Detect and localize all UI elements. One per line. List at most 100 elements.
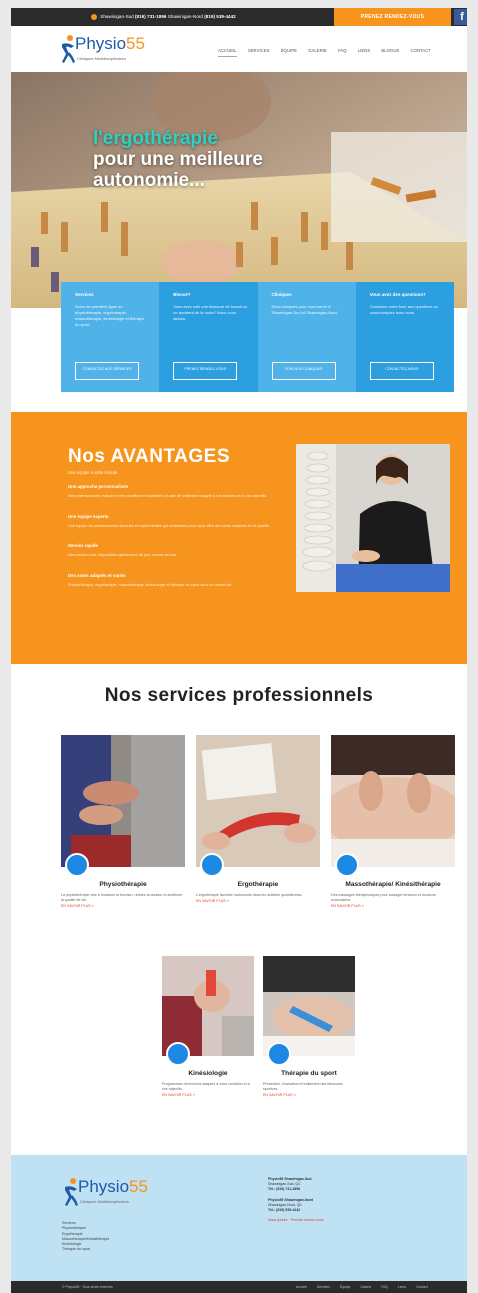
advantage-item: Une approche personnalisée Nos profession… — [68, 484, 267, 498]
phone-numbers: Shawinigan-Sud (819) 731-1896 Shawinigan… — [91, 14, 236, 20]
feature-title: Cliniques — [271, 292, 292, 297]
read-more-link[interactable]: EN SAVOIR PLUS » — [331, 904, 455, 908]
feature-button[interactable]: CONSULTEZ NOS SERVICES — [75, 362, 139, 380]
service-title: Ergothérapie — [237, 881, 279, 888]
phone-icon — [91, 14, 97, 20]
massage-icon — [335, 853, 359, 877]
ergo-photo — [196, 735, 320, 867]
service-card-physio[interactable]: Physiothérapie La physiothérapie vise à … — [61, 735, 185, 908]
physio-icon — [65, 853, 89, 877]
logo-tagline: Cliniques Multidisciplinaires — [77, 56, 126, 61]
feature-box-injured: Blessé? Vous avez subi une blessure de t… — [159, 282, 258, 392]
advantage-item: Une équipe experte Une équipe de professi… — [68, 513, 270, 528]
site-footer: Physio55 Cliniques Multidisciplinaires S… — [11, 1155, 467, 1281]
nav-faq[interactable]: FAQ — [338, 48, 347, 53]
facebook-icon[interactable]: f — [454, 9, 467, 25]
nav-contact[interactable]: Contact — [411, 48, 431, 53]
feature-boxes: Services Soins de première ligne en phys… — [61, 282, 454, 392]
nav-galerie[interactable]: Galerie — [308, 48, 327, 53]
footer-nav-item[interactable]: Galerie — [360, 1285, 371, 1289]
service-title: Massothérapie/ Kinésithérapie — [345, 881, 441, 888]
phone2-link[interactable]: (819) 539-4442 — [204, 14, 235, 19]
feature-button[interactable]: PRENEZ RENDEZ-VOUS — [173, 362, 238, 380]
kinesio-photo — [162, 956, 254, 1056]
service-text: La physiothérapie vise à restaurer la fo… — [61, 893, 183, 903]
logo-tagline: Cliniques Multidisciplinaires — [80, 1199, 129, 1204]
service-title: Thérapie du sport — [281, 1070, 337, 1077]
copyright-bar: © Physio55 · Tous droits réservés Accuei… — [11, 1281, 467, 1293]
advantage-item: Des soins adaptés et variés Physiothérapi… — [68, 572, 233, 587]
hero-title: l'ergothérapie pour une meilleure autono… — [93, 128, 263, 191]
hero-banner: l'ergothérapie pour une meilleure autono… — [11, 72, 467, 308]
service-text: L'ergothérapie favorise l'autonomie dans… — [196, 893, 303, 897]
site-header: Physio55 Cliniques Multidisciplinaires A… — [11, 26, 467, 72]
ergo-icon — [200, 853, 224, 877]
service-text: Prévention, évaluation et traitement des… — [263, 1082, 343, 1092]
feature-title: Services — [75, 292, 94, 297]
top-bar: Shawinigan-Sud (819) 731-1896 Shawinigan… — [11, 8, 467, 26]
footer-nav-item[interactable]: FAQ — [381, 1285, 388, 1289]
therapist-photo — [296, 444, 450, 592]
phone1-link[interactable]: (819) 731-1896 — [135, 14, 166, 19]
page: Shawinigan-Sud (819) 731-1896 Shawinigan… — [11, 8, 467, 1293]
read-more-link[interactable]: EN SAVOIR PLUS » — [162, 1093, 254, 1097]
service-card-kinesio[interactable]: Kinésiologie Programmes d'exercices adap… — [162, 956, 254, 1097]
feature-button[interactable]: VOIR NOS CLINIQUES — [271, 362, 336, 380]
footer-nav-item[interactable]: Liens — [398, 1285, 406, 1289]
footer-nav-item[interactable]: Contact — [416, 1285, 428, 1289]
advantages-list: Une approche personnalisée Nos profession… — [68, 484, 290, 602]
feature-text: Deux cliniques pour vous servir à Shawin… — [271, 304, 338, 315]
nav-accueil[interactable]: Accueil — [218, 48, 237, 57]
massage-photo — [331, 735, 455, 867]
footer-nav-item[interactable]: Accueil — [296, 1285, 307, 1289]
footer-addresses: Physio55 Shawinigan-Sud Shawinigan-Sud, … — [268, 1177, 398, 1223]
feature-box-clinics: Cliniques Deux cliniques pour vous servi… — [257, 282, 356, 392]
read-more-link[interactable]: EN SAVOIR PLUS » — [196, 899, 320, 903]
footer-links[interactable]: Nous joindre · Prendre rendez-vous — [268, 1218, 398, 1223]
physio-photo — [61, 735, 185, 867]
logo[interactable]: Physio55 Cliniques Multidisciplinaires — [59, 32, 169, 68]
services-title: Nos services professionnels — [104, 685, 374, 706]
nav-liens[interactable]: Liens — [358, 48, 370, 53]
service-title: Physiothérapie — [99, 881, 147, 888]
service-card-ergo[interactable]: Ergothérapie L'ergothérapie favorise l'a… — [196, 735, 320, 903]
advantage-item: Service rapide Des rendez-vous disponible… — [68, 543, 178, 557]
phone2-label: Shawinigan-Nord — [167, 14, 203, 20]
feature-box-services: Services Soins de première ligne en phys… — [61, 282, 160, 392]
main-nav: Accueil Services Équipe Galerie FAQ Lien… — [218, 48, 441, 57]
service-text: Programmes d'exercices adaptés à votre c… — [162, 1082, 250, 1092]
logo-wordmark: Physio55 — [78, 1177, 148, 1196]
nav-blogue[interactable]: Blogue — [381, 48, 399, 53]
service-text: Des massages thérapeutiques pour soulage… — [331, 893, 436, 903]
nav-equipe[interactable]: Équipe — [281, 48, 297, 53]
sport-photo — [263, 956, 355, 1056]
read-more-link[interactable]: EN SAVOIR PLUS » — [61, 904, 185, 908]
phone1-label: Shawinigan-Sud — [100, 14, 134, 20]
nav-services[interactable]: Services — [248, 48, 270, 53]
feature-text: Consultez notre foire aux questions ou c… — [369, 304, 439, 315]
feature-title: Blessé? — [173, 292, 191, 297]
feature-text: Soins de première ligne en physiothérapi… — [75, 304, 145, 327]
sport-icon — [267, 1042, 291, 1066]
kinesio-icon — [166, 1042, 190, 1066]
feature-button[interactable]: CONTACTEZ-NOUS — [369, 362, 434, 380]
advantages-section: Nos AVANTAGES Une équipe à votre écoute … — [11, 412, 467, 664]
service-card-massage[interactable]: Massothérapie/ Kinésithérapie Des massag… — [331, 735, 455, 908]
service-card-sport[interactable]: Thérapie du sport Prévention, évaluation… — [263, 956, 355, 1097]
footer-nav-item[interactable]: Services — [317, 1285, 330, 1289]
footer-nav-item[interactable]: Équipe — [340, 1285, 351, 1289]
footer-services-menu: Services Physiothérapie Ergothérapie Mas… — [62, 1221, 109, 1253]
advantages-subtitle: Une équipe à votre écoute — [68, 470, 118, 475]
feature-title: Vous avez des questions? — [369, 292, 426, 297]
copyright-text: © Physio55 · Tous droits réservés — [62, 1285, 113, 1289]
footer-logo[interactable]: Physio55 Cliniques Multidisciplinaires — [62, 1175, 172, 1211]
feature-box-questions: Vous avez des questions? Consultez notre… — [355, 282, 454, 392]
footer-menu-item[interactable]: Thérapie du sport — [62, 1247, 109, 1252]
appointment-button[interactable]: PRENEZ RENDEZ-VOUS — [334, 8, 451, 26]
logo-wordmark: Physio55 — [75, 34, 145, 53]
service-title: Kinésiologie — [188, 1070, 228, 1077]
advantages-title: Nos AVANTAGES — [68, 446, 231, 467]
feature-text: Vous avez subi une blessure de travail o… — [173, 304, 248, 321]
footer-nav: Accueil Services Équipe Galerie FAQ Lien… — [296, 1285, 437, 1289]
read-more-link[interactable]: EN SAVOIR PLUS » — [263, 1093, 355, 1097]
